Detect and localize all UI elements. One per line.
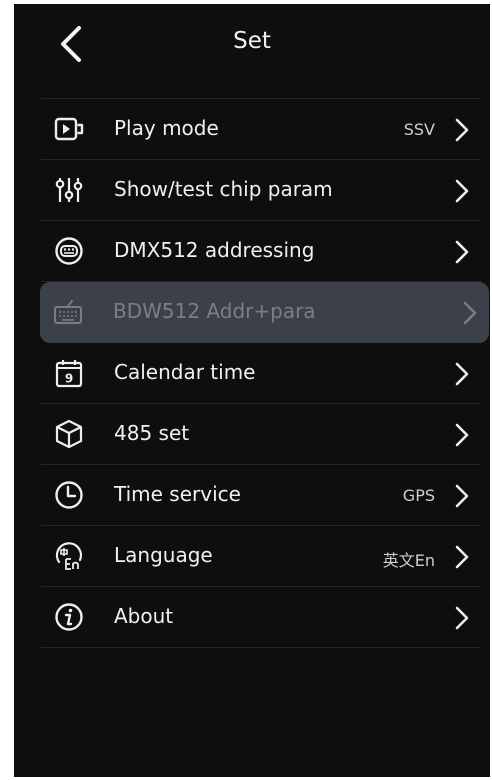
menu-item-time-service[interactable]: Time service GPS: [41, 465, 481, 526]
chevron-right-icon: [453, 178, 471, 204]
menu-item-label: About: [114, 604, 174, 628]
calendar-icon-day: 9: [65, 372, 73, 386]
dmx-connector-icon: [53, 235, 85, 267]
chevron-right-icon: [453, 422, 471, 448]
keyboard-icon: [52, 296, 84, 328]
chevron-right-icon: [461, 300, 479, 326]
menu-item-label: 485 set: [114, 421, 190, 445]
menu-item-play-mode[interactable]: Play mode SSV: [41, 98, 481, 160]
play-mode-icon: [53, 113, 85, 145]
menu-item-value: 英文En: [382, 551, 435, 570]
settings-screen: Set Play mode SSV Show/test chip param D…: [14, 4, 490, 777]
header: Set: [14, 4, 490, 90]
menu-item-label: BDW512 Addr+para: [113, 299, 316, 323]
menu-item-label: Show/test chip param: [114, 177, 333, 201]
menu-item-language[interactable]: Language 英文En: [41, 526, 481, 587]
cube-icon: [53, 418, 85, 450]
menu-item-calendar-time[interactable]: 9 Calendar time: [41, 343, 481, 404]
menu-item-label: Calendar time: [114, 360, 256, 384]
menu-item-value: SSV: [403, 120, 435, 139]
menu-item-bdw512-addr-para: BDW512 Addr+para: [40, 282, 489, 343]
menu-item-dmx512-addressing[interactable]: DMX512 addressing: [41, 221, 481, 282]
chevron-right-icon: [453, 544, 471, 570]
menu-item-label: Language: [114, 543, 213, 567]
menu-item-label: DMX512 addressing: [114, 238, 315, 262]
language-icon: [53, 540, 85, 572]
calendar-icon: 9: [53, 357, 85, 389]
menu-item-label: Play mode: [114, 116, 219, 140]
info-icon: [53, 601, 85, 633]
settings-list: Play mode SSV Show/test chip param DMX51…: [40, 98, 489, 648]
clock-icon: [53, 479, 85, 511]
chevron-right-icon: [453, 483, 471, 509]
menu-item-label: Time service: [114, 482, 241, 506]
page-title: Set: [233, 28, 271, 54]
menu-item-value: GPS: [402, 486, 435, 505]
sliders-icon: [53, 174, 85, 206]
menu-item-show-test-chip-param[interactable]: Show/test chip param: [41, 160, 481, 221]
chevron-right-icon: [453, 605, 471, 631]
device-frame: Set Play mode SSV Show/test chip param D…: [0, 0, 492, 781]
chevron-right-icon: [453, 117, 471, 143]
menu-item-485-set[interactable]: 485 set: [41, 404, 481, 465]
chevron-right-icon: [453, 239, 471, 265]
menu-item-about[interactable]: About: [41, 587, 481, 648]
chevron-right-icon: [453, 361, 471, 387]
